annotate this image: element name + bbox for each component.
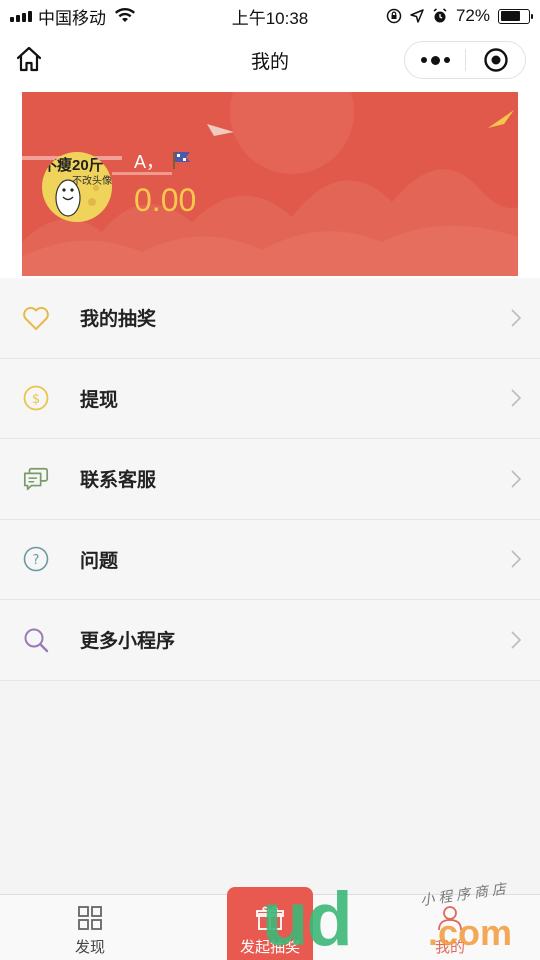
chevron-right-icon xyxy=(511,309,522,327)
signal-icon xyxy=(10,10,32,22)
chat-icon xyxy=(22,465,50,493)
svg-text:$: $ xyxy=(32,392,40,407)
status-right: 72% xyxy=(386,6,533,26)
status-bar: 中国移动 上午10:38 72% xyxy=(0,0,540,32)
menu-label: 联系客服 xyxy=(80,470,157,492)
user-name-text: A， xyxy=(134,152,165,172)
more-button[interactable] xyxy=(405,42,465,78)
tab-discover[interactable]: 发现 xyxy=(30,895,150,960)
more-dot xyxy=(430,55,440,65)
banner-section: 不瘦20斤 不改头像 A， 0.00 xyxy=(0,88,540,278)
tab-start-lottery[interactable]: 发起抽奖 xyxy=(210,895,330,960)
heart-icon xyxy=(22,304,50,332)
close-miniprogram-button[interactable] xyxy=(466,42,525,78)
avatar[interactable]: 不瘦20斤 不改头像 xyxy=(42,152,112,222)
user-icon xyxy=(438,906,462,931)
battery-percent: 72% xyxy=(455,6,490,25)
nav-bar: 我的 xyxy=(0,32,540,88)
coin-icon: $ xyxy=(22,384,50,412)
grid-icon xyxy=(78,906,102,930)
balance-value: 0.00 xyxy=(134,182,197,218)
menu-label: 提现 xyxy=(80,389,119,411)
home-icon[interactable] xyxy=(14,44,44,74)
tab-label: 我的 xyxy=(434,939,465,956)
battery-fill xyxy=(500,11,520,21)
menu-list: 我的抽奖 $ 提现 联系客服 ? 问题 更多小程序 xyxy=(0,278,540,681)
menu-label: 我的抽奖 xyxy=(80,309,157,331)
menu-item-withdraw[interactable]: $ 提现 xyxy=(0,358,540,439)
rotation-lock-icon xyxy=(386,8,402,24)
page-title: 我的 xyxy=(250,51,289,73)
chevron-right-icon xyxy=(511,470,522,488)
tab-label: 发现 xyxy=(74,939,105,956)
user-name: A， xyxy=(134,148,193,174)
alarm-icon xyxy=(433,8,447,23)
tab-mine[interactable]: 我的 xyxy=(390,895,510,960)
chevron-right-icon xyxy=(511,550,522,568)
menu-item-customer-service[interactable]: 联系客服 xyxy=(0,439,540,520)
more-dot xyxy=(420,57,427,63)
location-icon xyxy=(410,9,424,23)
svg-text:?: ? xyxy=(33,553,40,568)
carrier-name: 中国移动 xyxy=(38,8,106,28)
menu-label: 更多小程序 xyxy=(80,631,176,653)
wifi-icon xyxy=(115,8,135,22)
chevron-right-icon xyxy=(511,389,522,407)
chevron-right-icon xyxy=(511,631,522,649)
capsule-menu xyxy=(404,41,526,79)
more-dot xyxy=(443,57,450,63)
menu-item-my-lottery[interactable]: 我的抽奖 xyxy=(0,278,540,359)
question-icon: ? xyxy=(22,545,50,573)
tab-label: 发起抽奖 xyxy=(239,939,300,956)
status-left: 中国移动 xyxy=(10,4,136,29)
gift-icon xyxy=(256,906,284,930)
menu-label: 问题 xyxy=(80,550,119,572)
battery-icon xyxy=(498,8,533,24)
profile-banner: 不瘦20斤 不改头像 A， 0.00 xyxy=(22,92,518,276)
flag-icon xyxy=(173,152,191,169)
tab-bar: 发现 发起抽奖 我的 xyxy=(0,887,540,960)
menu-item-faq[interactable]: ? 问题 xyxy=(0,519,540,600)
search-icon xyxy=(22,626,50,654)
menu-item-more-miniprograms[interactable]: 更多小程序 xyxy=(0,600,540,681)
target-icon xyxy=(483,48,508,72)
avatar-subcaption: 不改头像 xyxy=(72,176,112,187)
